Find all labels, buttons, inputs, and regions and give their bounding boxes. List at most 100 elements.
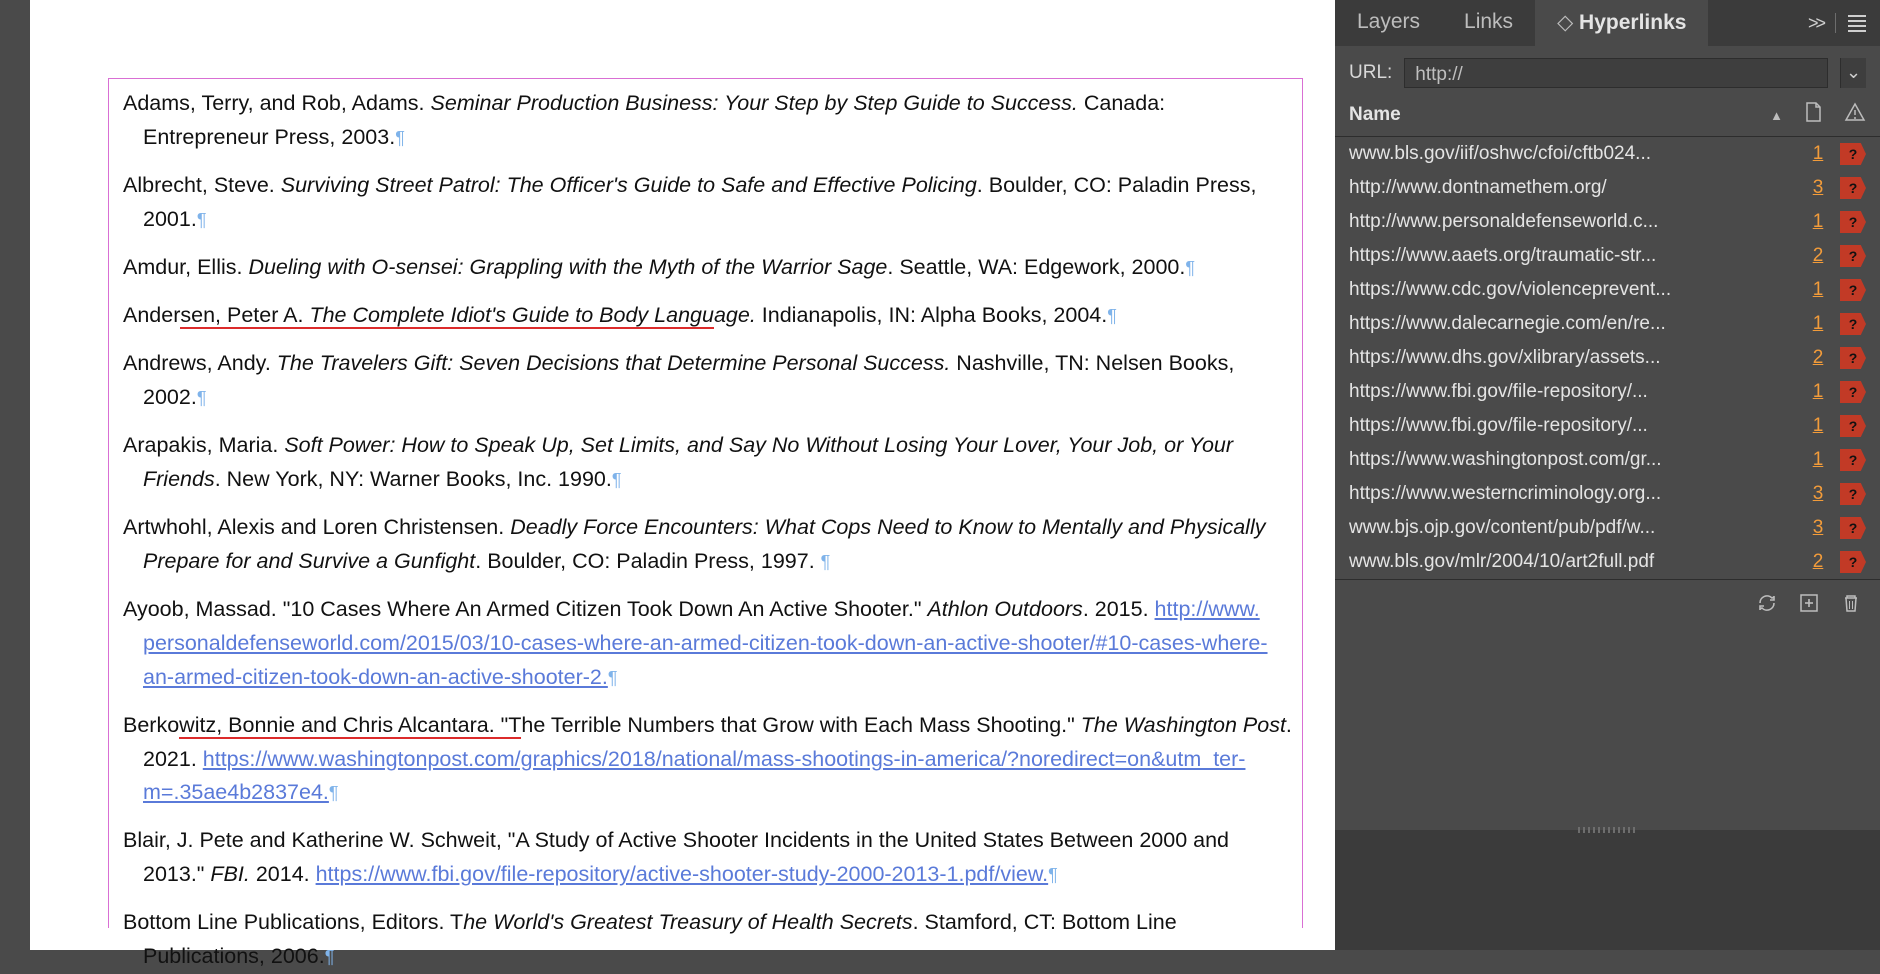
text: he Terrible Numbers that Grow with Each … <box>521 713 1080 737</box>
text: Ander <box>123 303 180 327</box>
hyperlink-page-number[interactable]: 1 <box>1806 211 1830 233</box>
refresh-icon[interactable] <box>1756 592 1778 614</box>
text: Ayoob, Massad. "10 Cases Where An Armed … <box>123 597 927 621</box>
status-flag-icon: ? <box>1840 211 1866 233</box>
panel-tabs: Layers Links ◇ Hyperlinks >> <box>1335 0 1880 46</box>
hyperlink-page-number[interactable]: 3 <box>1806 483 1830 505</box>
hyperlink-row[interactable]: www.bjs.ojp.gov/content/pub/pdf/w...3? <box>1335 511 1880 545</box>
pilcrow-icon: ¶ <box>608 668 618 688</box>
hyperlink-row[interactable]: https://www.dhs.gov/xlibrary/assets...2? <box>1335 341 1880 375</box>
hyperlink-row[interactable]: https://www.fbi.gov/file-repository/... 1… <box>1335 375 1880 409</box>
add-icon[interactable] <box>1798 592 1820 614</box>
text: Albrecht, Steve. <box>123 173 281 197</box>
spell-squiggle: sen, Peter A. The Complete Idiot's Guide… <box>180 303 714 329</box>
hyperlink-page-number[interactable]: 2 <box>1806 245 1830 267</box>
panel-resize-handle[interactable] <box>1578 827 1638 833</box>
hyperlink-text[interactable]: https://www.fbi.gov/file-repository/acti… <box>316 862 1049 886</box>
hyperlink-url-text: https://www.fbi.gov/file-repository/... <box>1349 381 1796 403</box>
hyperlink-url-text: https://www.fbi.gov/file-repository/... <box>1349 415 1796 437</box>
hyperlink-text[interactable]: m=.35ae4b2837e4. <box>143 780 329 804</box>
tab-layers[interactable]: Layers <box>1335 0 1442 46</box>
entry[interactable]: Adams, Terry, and Rob, Adams. Seminar Pr… <box>119 87 1292 155</box>
hyperlink-text[interactable]: personaldefenseworld.com/2015/03/10-case… <box>143 631 1268 655</box>
list-header[interactable]: Name ▲ <box>1335 98 1880 137</box>
page[interactable]: Adams, Terry, and Rob, Adams. Seminar Pr… <box>30 0 1335 950</box>
text-italic: Surviving Street Patrol: The Officer's G… <box>281 173 977 197</box>
entry[interactable]: Blair, J. Pete and Katherine W. Schweit,… <box>119 824 1292 892</box>
text: . New York, NY: Warner Books, Inc. 1990. <box>215 467 612 491</box>
text-italic: age. <box>714 303 756 327</box>
hyperlink-url-text: www.bls.gov/iif/oshwc/cfoi/cftb024... <box>1349 143 1796 165</box>
hyperlink-text[interactable]: https://www.washingtonpost.com/graphics/… <box>203 747 1246 771</box>
pilcrow-icon: ¶ <box>325 947 335 967</box>
hyperlink-page-number[interactable]: 1 <box>1806 415 1830 437</box>
text-italic: Dueling with O-sensei: Grappling with th… <box>248 255 887 279</box>
hyperlink-text[interactable]: an-armed-citizen-took-down-an-active-sho… <box>143 665 608 689</box>
hyperlink-row[interactable]: www.bls.gov/iif/oshwc/cfoi/cftb024... 1? <box>1335 137 1880 171</box>
chevron-down-icon[interactable]: ⌄ <box>1840 58 1866 88</box>
url-row: URL: http:// ⌄ <box>1335 46 1880 98</box>
sort-asc-icon[interactable]: ▲ <box>1770 108 1783 123</box>
hyperlink-page-number[interactable]: 1 <box>1806 449 1830 471</box>
tab-links[interactable]: Links <box>1442 0 1535 46</box>
status-flag-icon: ? <box>1840 279 1866 301</box>
text-italic: Athlon Outdoors <box>927 597 1082 621</box>
hyperlink-page-number[interactable]: 3 <box>1806 177 1830 199</box>
hyperlink-row[interactable]: https://www.aaets.org/traumatic-str...2? <box>1335 239 1880 273</box>
status-flag-icon: ? <box>1840 347 1866 369</box>
entry[interactable]: Berkowitz, Bonnie and Chris Alcantara. "… <box>119 709 1292 811</box>
pilcrow-icon: ¶ <box>1107 306 1117 326</box>
hyperlink-row[interactable]: http://www.dontnamethem.org/3? <box>1335 171 1880 205</box>
hyperlink-row[interactable]: https://www.westerncriminology.org...3? <box>1335 477 1880 511</box>
status-flag-icon: ? <box>1840 517 1866 539</box>
entry[interactable]: Albrecht, Steve. Surviving Street Patrol… <box>119 169 1292 237</box>
entry[interactable]: Andrews, Andy. The Travelers Gift: Seven… <box>119 347 1292 415</box>
text: Artwhohl, Alexis and Loren Christensen. <box>123 515 510 539</box>
hyperlink-url-text: https://www.westerncriminology.org... <box>1349 483 1796 505</box>
expand-icon[interactable]: >> <box>1808 13 1823 34</box>
pilcrow-icon: ¶ <box>612 470 622 490</box>
hyperlink-row[interactable]: https://www.cdc.gov/violenceprevent...1? <box>1335 273 1880 307</box>
text-frame[interactable]: Adams, Terry, and Rob, Adams. Seminar Pr… <box>108 78 1303 928</box>
entry[interactable]: Ayoob, Massad. "10 Cases Where An Armed … <box>119 593 1292 695</box>
status-flag-icon: ? <box>1840 143 1866 165</box>
hyperlink-page-number[interactable]: 2 <box>1806 347 1830 369</box>
pilcrow-icon: ¶ <box>395 128 405 148</box>
hyperlink-row[interactable]: http://www.personaldefenseworld.c... 1? <box>1335 205 1880 239</box>
hyperlink-page-number[interactable]: 1 <box>1806 381 1830 403</box>
pilcrow-icon: ¶ <box>1048 865 1058 885</box>
hyperlink-url-text: www.bls.gov/mlr/2004/10/art2full.pdf <box>1349 551 1796 573</box>
text-italic: The Travelers Gift: Seven Decisions that… <box>277 351 951 375</box>
entry[interactable]: Andersen, Peter A. The Complete Idiot's … <box>119 299 1292 333</box>
entry[interactable]: Bottom Line Publications, Editors. The W… <box>119 906 1292 974</box>
hyperlink-page-number[interactable]: 1 <box>1806 279 1830 301</box>
hyperlinks-list: www.bls.gov/iif/oshwc/cfoi/cftb024...1?h… <box>1335 137 1880 579</box>
pilcrow-icon: ¶ <box>329 783 339 803</box>
hyperlink-url-text: https://www.dalecarnegie.com/en/re... <box>1349 313 1796 335</box>
divider <box>1835 13 1836 33</box>
hyperlink-url-text: http://www.personaldefenseworld.c... <box>1349 211 1796 233</box>
col-name[interactable]: Name <box>1349 104 1401 126</box>
status-flag-icon: ? <box>1840 313 1866 335</box>
tab-hyperlinks[interactable]: ◇ Hyperlinks <box>1535 0 1708 46</box>
text: . 2015. <box>1083 597 1155 621</box>
entry[interactable]: Amdur, Ellis. Dueling with O-sensei: Gra… <box>119 251 1292 285</box>
hyperlink-row[interactable]: www.bls.gov/mlr/2004/10/art2full.pdf2? <box>1335 545 1880 579</box>
hyperlink-url-text: https://www.aaets.org/traumatic-str... <box>1349 245 1796 267</box>
text: Arapakis, Maria. <box>123 433 284 457</box>
text: 2014. <box>250 862 316 886</box>
trash-icon[interactable] <box>1840 592 1862 614</box>
text: Andrews, Andy. <box>123 351 277 375</box>
hyperlink-page-number[interactable]: 1 <box>1806 143 1830 165</box>
hyperlink-row[interactable]: https://www.washingtonpost.com/gr...1? <box>1335 443 1880 477</box>
hyperlink-row[interactable]: https://www.fbi.gov/file-repository/... 1… <box>1335 409 1880 443</box>
entry[interactable]: Artwhohl, Alexis and Loren Christensen. … <box>119 511 1292 579</box>
entry[interactable]: Arapakis, Maria. Soft Power: How to Spea… <box>119 429 1292 497</box>
hyperlink-page-number[interactable]: 1 <box>1806 313 1830 335</box>
url-input[interactable]: http:// <box>1404 58 1828 88</box>
panel-menu-icon[interactable] <box>1848 15 1866 32</box>
hyperlink-page-number[interactable]: 3 <box>1806 517 1830 539</box>
hyperlink-row[interactable]: https://www.dalecarnegie.com/en/re... 1? <box>1335 307 1880 341</box>
hyperlink-text[interactable]: http://www. <box>1155 597 1260 621</box>
hyperlink-page-number[interactable]: 2 <box>1806 551 1830 573</box>
